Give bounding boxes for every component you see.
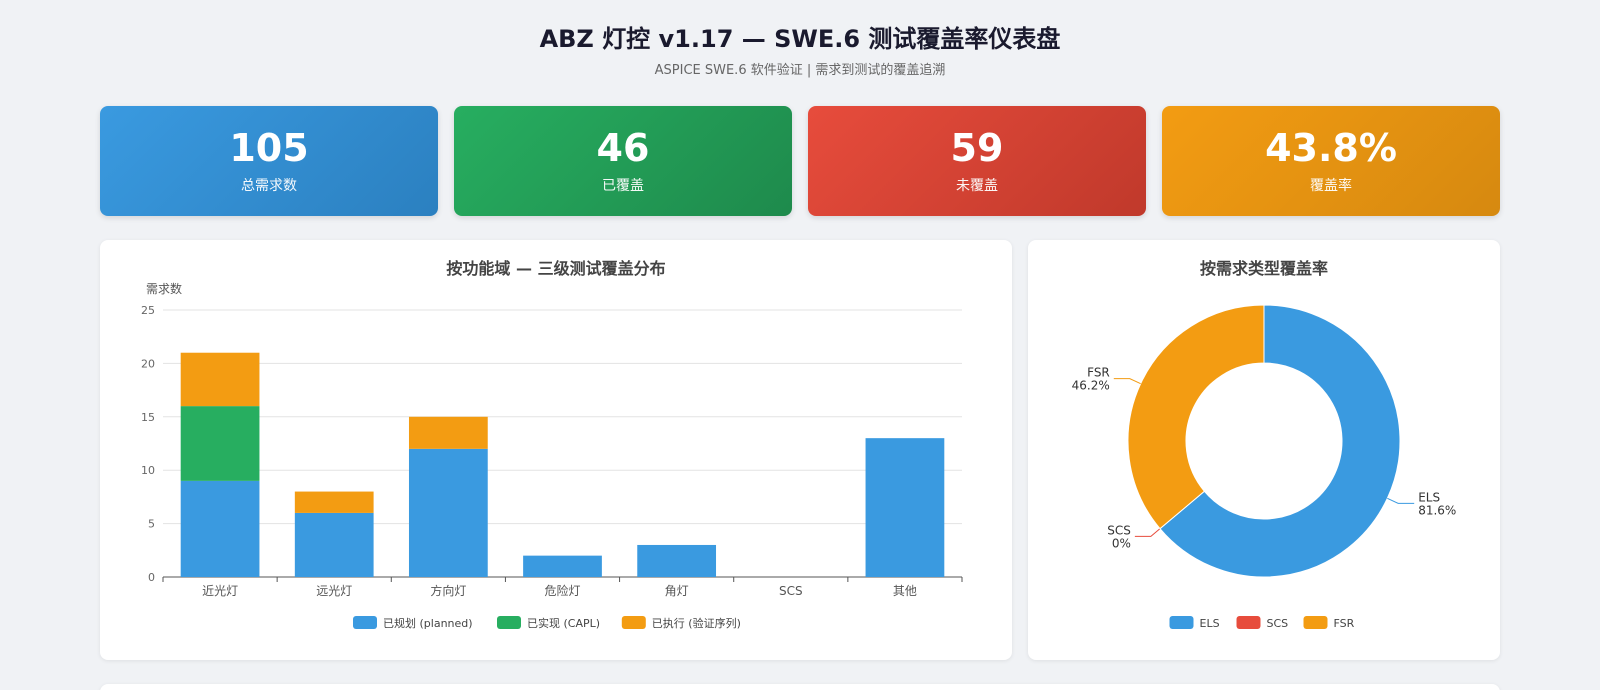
page-title: ABZ 灯控 v1.17 — SWE.6 测试覆盖率仪表盘 — [539, 25, 1061, 53]
pie-label-name: FSR — [1087, 366, 1110, 380]
legend-label: 已实现 (CAPL) — [527, 616, 600, 630]
stat-card-rate: 43.8% 覆盖率 — [1162, 106, 1500, 216]
donut-chart: 按需求类型覆盖率ELS81.6%SCS0%FSR46.2%ELS SCS FSR — [1072, 259, 1457, 630]
stat-card-total: 105 总需求数 — [100, 106, 438, 216]
stat-value-covered: 46 — [596, 126, 650, 170]
pie-label-name: ELS — [1418, 490, 1440, 504]
legend-label: SCS — [1267, 617, 1289, 630]
pie-chart-panel: 按需求类型覆盖率 ELS 81.6% SCS 0% FSR 46.2% ELS SCS FSR — [1028, 240, 1500, 660]
legend-label: 已规划 (planned) — [383, 616, 473, 630]
page-subtitle: ASPICE SWE.6 软件验证 | 需求到测试的覆盖追溯 — [654, 63, 946, 78]
stat-label-covered: 已覆盖 — [602, 178, 644, 194]
legend-swatch — [621, 616, 646, 629]
x-tick-label: 远光灯 — [316, 584, 352, 598]
pie-leader-line — [1387, 497, 1415, 504]
legend-label: 已执行 (验证序列) — [652, 616, 741, 630]
bar-segment — [294, 491, 374, 513]
pie-label-value: 0% — [1112, 536, 1131, 550]
stat-value-uncovered: 59 — [950, 126, 1004, 170]
y-tick-label: 25 — [141, 304, 155, 317]
x-tick-label: SCS — [779, 584, 803, 598]
x-tick-label: 近光灯 — [202, 584, 238, 598]
bar-chart-title: 按功能域 — 三级测试覆盖分布 — [446, 259, 665, 278]
stat-value-total: 105 — [229, 126, 309, 170]
y-tick-label: 15 — [141, 411, 155, 424]
legend-label: ELS — [1200, 617, 1220, 630]
legend-swatch — [497, 616, 521, 629]
bar-segment — [865, 438, 945, 577]
y-axis-label: 需求数 — [146, 281, 182, 296]
bar-segment — [180, 480, 260, 577]
y-tick-label: 20 — [141, 357, 155, 370]
pie-chart-title: 按需求类型覆盖率 — [1200, 259, 1328, 278]
x-tick-label: 角灯 — [665, 584, 689, 598]
pie-label-value: 81.6% — [1418, 503, 1456, 517]
x-tick-label: 方向灯 — [430, 583, 466, 598]
pie-slice — [1127, 304, 1265, 530]
stat-label-total: 总需求数 — [241, 178, 297, 194]
header: ABZ 灯控 v1.17 — SWE.6 测试覆盖率仪表盘 ASPICE SWE… — [0, 22, 1600, 80]
pie-label-name: SCS — [1107, 523, 1131, 537]
pie-leader-line — [1134, 528, 1161, 537]
legend-swatch — [1169, 616, 1194, 629]
bar-segment — [180, 406, 260, 481]
stat-card-uncovered: 59 未覆盖 — [808, 106, 1146, 216]
bar-segment — [408, 416, 488, 449]
legend-swatch — [1303, 616, 1328, 629]
pie-label-value: 46.2% — [1072, 379, 1110, 393]
stat-card-covered: 46 已覆盖 — [454, 106, 792, 216]
bar-segment — [637, 544, 717, 577]
bar-chart: 按功能域 — 三级测试覆盖分布需求数 0 5 10 15 20 25 近光灯 远光灯 方向灯 危险灯… — [141, 259, 963, 630]
pie-leader-line — [1113, 378, 1141, 385]
stat-label-rate: 覆盖率 — [1310, 178, 1352, 194]
y-tick-label: 5 — [148, 518, 155, 531]
bar-segment — [523, 555, 602, 577]
legend-label: FSR — [1334, 617, 1355, 630]
y-tick-label: 10 — [141, 464, 155, 477]
y-tick-label: 0 — [148, 571, 155, 584]
bar-segment — [180, 352, 260, 407]
details-panel — [100, 684, 1500, 690]
x-tick-label: 危险灯 — [544, 583, 580, 598]
bar-chart-panel: 按功能域 — 三级测试覆盖分布需求数 0 5 10 15 20 25 近光灯 远光灯 方向灯 危险灯… — [100, 240, 1012, 660]
stat-label-uncovered: 未覆盖 — [956, 178, 998, 194]
legend-swatch — [1236, 616, 1261, 629]
bar-segment — [408, 448, 488, 577]
x-tick-label: 其他 — [893, 584, 917, 598]
bar-segment — [294, 512, 374, 577]
legend-swatch — [353, 616, 377, 629]
stat-value-rate: 43.8% — [1265, 126, 1397, 170]
